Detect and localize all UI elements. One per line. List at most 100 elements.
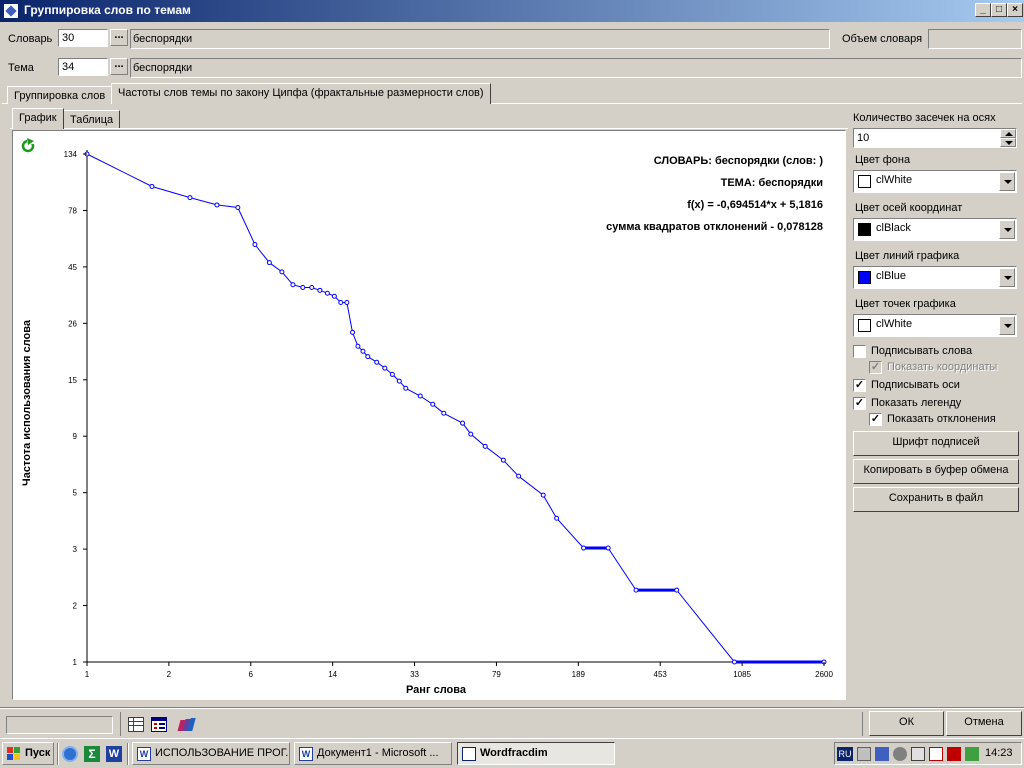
close-button[interactable]: × — [1007, 3, 1023, 17]
line-color-select[interactable]: clBlue — [853, 266, 1017, 289]
x-tick-label: 189 — [572, 670, 586, 679]
data-point — [403, 385, 409, 391]
maximize-button[interactable]: □ — [991, 3, 1007, 17]
ok-button[interactable]: ОК — [869, 711, 944, 736]
x-tick-label: 2 — [167, 670, 172, 679]
x-tick-label: 6 — [249, 670, 254, 679]
tray-app-icon-4[interactable] — [947, 747, 961, 761]
font-button[interactable]: Шрифт подписей — [853, 431, 1019, 456]
data-point — [581, 545, 587, 551]
speaker-icon[interactable] — [893, 747, 907, 761]
data-point — [350, 329, 356, 335]
data-point — [468, 431, 474, 437]
word-quicklaunch-icon[interactable]: W — [106, 746, 122, 762]
bg-color-select[interactable]: clWhite — [853, 170, 1017, 193]
start-button[interactable]: Пуск — [2, 742, 54, 765]
table-view-icon[interactable] — [128, 717, 144, 732]
taskbar-item-label: Wordfracdim — [480, 747, 548, 759]
data-point — [633, 587, 639, 593]
points-color-label: Цвет точек графика — [855, 298, 956, 310]
tray-app-icon-2[interactable] — [875, 747, 889, 761]
data-point — [516, 473, 522, 479]
tab-graph[interactable]: График — [12, 108, 64, 129]
dictionary-name: беспорядки — [130, 29, 830, 49]
tray-app-icon-1[interactable] — [857, 747, 871, 761]
clock: 14:23 — [985, 747, 1013, 759]
points-color-value: clWhite — [876, 318, 913, 330]
data-point — [674, 587, 680, 593]
ticks-count-label: Количество засечек на осях — [853, 112, 996, 124]
y-tick-label: 5 — [73, 489, 78, 498]
line-color-swatch — [858, 271, 871, 284]
tab-word-grouping[interactable]: Группировка слов — [7, 86, 113, 104]
topic-number-input[interactable]: 34 — [58, 58, 108, 76]
windows-logo-icon — [7, 747, 21, 761]
dictionary-browse-button[interactable]: ... — [110, 29, 128, 46]
y-tick-label: 45 — [68, 263, 77, 272]
topic-name: беспорядки — [130, 58, 1022, 78]
data-point — [365, 354, 371, 360]
spin-down-button[interactable] — [1000, 138, 1016, 147]
axes-color-select[interactable]: clBlack — [853, 218, 1017, 241]
taskbar-item-label: Документ1 - Microsoft ... — [317, 747, 439, 759]
y-tick-label: 3 — [73, 545, 78, 554]
axes-color-label: Цвет осей координат — [855, 202, 963, 214]
y-tick-label: 78 — [68, 206, 77, 215]
taskbar-item-document1[interactable]: W Документ1 - Microsoft ... — [294, 742, 452, 765]
data-point — [482, 443, 488, 449]
cancel-button[interactable]: Отмена — [946, 711, 1022, 736]
dictionary-number-input[interactable]: 30 — [58, 29, 108, 47]
show-legend-checkbox[interactable]: ✓ — [853, 397, 866, 410]
topic-browse-button[interactable]: ... — [110, 58, 128, 75]
ticks-count-input[interactable]: 10 — [853, 128, 1017, 148]
bg-color-swatch — [858, 175, 871, 188]
taskbar: Пуск Σ W W ИСПОЛЬЗОВАНИЕ ПРОГ... W Докум… — [0, 738, 1024, 768]
x-tick-label: 1085 — [733, 670, 751, 679]
spin-up-button[interactable] — [1000, 129, 1016, 138]
data-point — [396, 378, 402, 384]
mail-icon[interactable] — [929, 747, 943, 761]
sum-quicklaunch-icon[interactable]: Σ — [84, 746, 100, 762]
axes-color-value: clBlack — [876, 222, 911, 234]
tab-zipf-frequencies[interactable]: Частоты слов темы по закону Ципфа (фракт… — [111, 83, 491, 104]
language-indicator[interactable]: RU — [837, 747, 853, 761]
x-tick-label: 79 — [492, 670, 501, 679]
sign-axes-checkbox[interactable]: ✓ — [853, 379, 866, 392]
sign-words-checkbox[interactable] — [853, 345, 866, 358]
data-point — [309, 284, 315, 290]
taskbar-item-usage-doc[interactable]: W ИСПОЛЬЗОВАНИЕ ПРОГ... — [132, 742, 290, 765]
data-point — [331, 293, 337, 299]
data-point — [500, 457, 506, 463]
line-color-label: Цвет линий графика — [855, 250, 960, 262]
copy-clipboard-button[interactable]: Копировать в буфер обмена — [853, 459, 1019, 484]
title-bar: Группировка слов по темам _ □ × — [0, 0, 1024, 22]
refresh-icon[interactable] — [21, 138, 35, 153]
data-point — [214, 202, 220, 208]
chevron-down-icon[interactable] — [999, 172, 1015, 191]
ie-quicklaunch-icon[interactable] — [62, 746, 78, 762]
data-point — [540, 492, 546, 498]
data-point — [355, 343, 361, 349]
show-deviations-checkbox[interactable]: ✓ — [869, 413, 882, 426]
word-doc-icon: W — [299, 747, 313, 761]
taskbar-item-label: ИСПОЛЬЗОВАНИЕ ПРОГ... — [155, 747, 290, 759]
chevron-down-icon[interactable] — [999, 220, 1015, 239]
chevron-down-icon[interactable] — [999, 316, 1015, 335]
data-point — [324, 290, 330, 296]
chevron-down-icon[interactable] — [999, 268, 1015, 287]
minimize-button[interactable]: _ — [975, 3, 991, 17]
system-tray: RU 14:23 — [834, 742, 1022, 765]
books-icon[interactable] — [177, 716, 196, 732]
x-tick-label: 453 — [654, 670, 668, 679]
points-color-select[interactable]: clWhite — [853, 314, 1017, 337]
tray-app-icon-5[interactable] — [965, 747, 979, 761]
window-title: Группировка слов по темам — [24, 3, 191, 17]
taskbar-item-wordfracdim[interactable]: Wordfracdim — [457, 742, 615, 765]
data-point — [460, 420, 466, 426]
grid-view-icon[interactable] — [151, 717, 167, 732]
tray-app-icon-3[interactable] — [911, 747, 925, 761]
tab-table[interactable]: Таблица — [63, 110, 121, 128]
dictionary-size-value — [928, 29, 1022, 49]
sign-words-label: Подписывать слова — [871, 345, 973, 357]
save-file-button[interactable]: Сохранить в файл — [853, 487, 1019, 512]
